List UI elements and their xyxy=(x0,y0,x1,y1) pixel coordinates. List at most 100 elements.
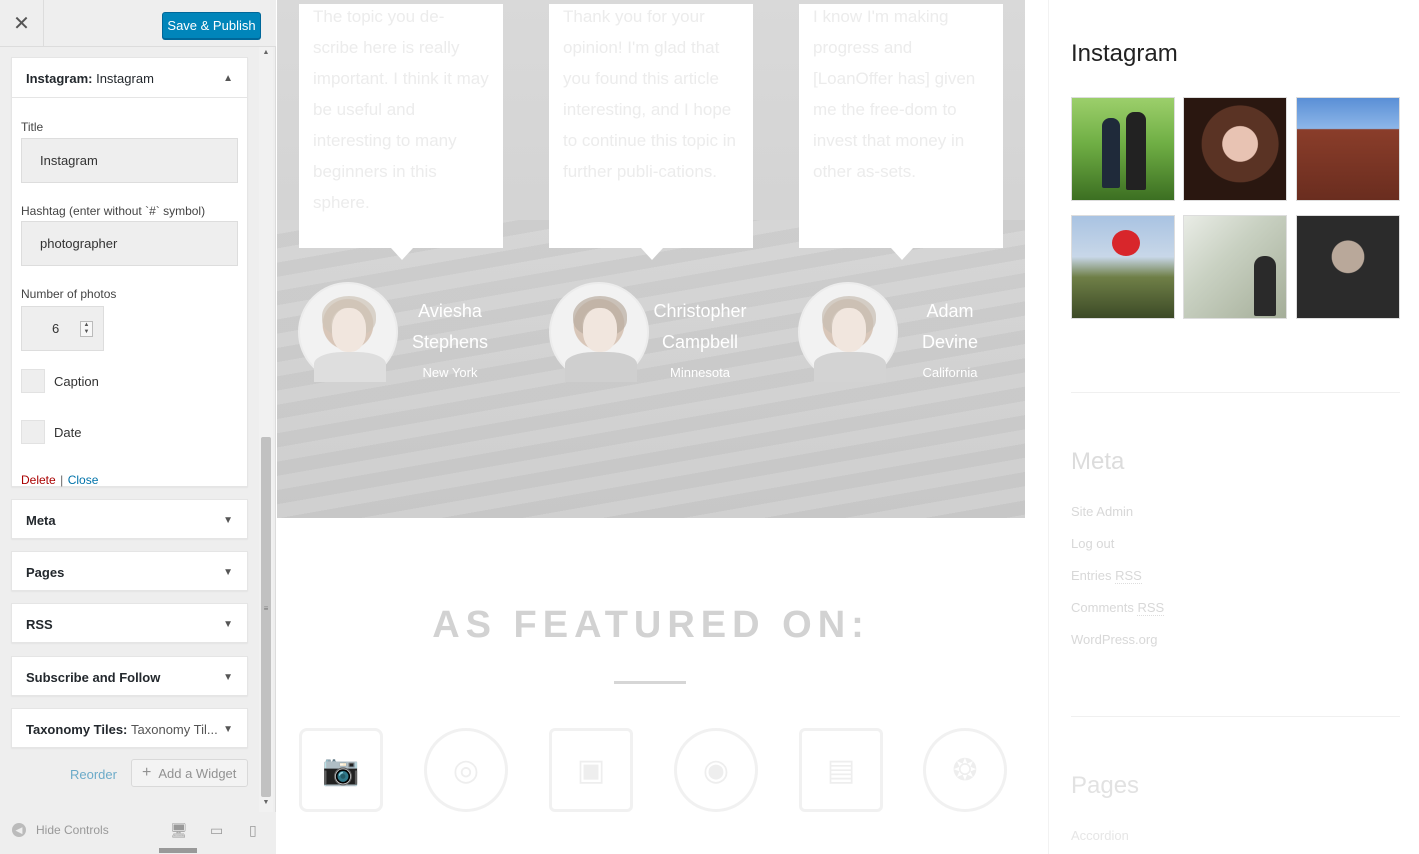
photos-number-value: 6 xyxy=(52,321,60,336)
photos-number-stepper[interactable]: 6 ▲ ▼ xyxy=(21,306,104,351)
testimonial-card: I know I'm making progress and [LoanOffe… xyxy=(799,4,1003,260)
rss-abbr: RSS xyxy=(1115,568,1142,584)
add-widget-label: Add a Widget xyxy=(158,765,237,781)
sidebar-scrollbar[interactable]: ▲ ≡ ▼ xyxy=(259,47,273,812)
expand-arrow-icon[interactable]: ▼ xyxy=(223,619,233,630)
caption-label: Caption xyxy=(54,374,99,389)
instagram-photo[interactable] xyxy=(1296,215,1400,319)
scroll-down-arrow-icon[interactable]: ▼ xyxy=(259,797,273,809)
comments-label: Comments xyxy=(1071,600,1134,615)
site-admin-link[interactable]: Site Admin xyxy=(1071,504,1133,519)
expand-arrow-icon[interactable]: ▼ xyxy=(223,672,233,683)
customizer-sidebar: ✕ Save & Publish Instagram: Instagram ▲ … xyxy=(0,0,276,854)
number-label: Number of photos xyxy=(21,287,117,301)
reorder-link[interactable]: Reorder xyxy=(70,767,117,782)
page-link[interactable]: Accordion xyxy=(1071,828,1129,843)
widget-label: Pages xyxy=(26,565,65,580)
separator: | xyxy=(60,473,64,487)
scrollbar-thumb[interactable]: ≡ xyxy=(261,437,271,797)
tablet-preview-icon[interactable]: ▭ xyxy=(210,822,223,839)
camera-logo-icon: ◉ xyxy=(674,728,758,812)
plus-icon: + xyxy=(142,764,152,781)
aperture-logo-icon: ❂ xyxy=(923,728,1007,812)
wordpress-org-link[interactable]: WordPress.org xyxy=(1071,632,1157,647)
widget-list: Instagram: Instagram ▲ Title Instagram H… xyxy=(0,47,260,807)
save-publish-button[interactable]: Save & Publish xyxy=(162,12,261,39)
testimonial-text: I know I'm making progress and [LoanOffe… xyxy=(813,7,976,181)
spinner-icon[interactable]: ▲ ▼ xyxy=(80,321,93,337)
instagram-photo[interactable] xyxy=(1071,215,1175,319)
customizer-header: ✕ Save & Publish xyxy=(0,0,276,47)
featured-heading: AS FEATURED ON: xyxy=(432,604,870,646)
face xyxy=(832,308,866,352)
testimonial-text: Thank you for your opinion! I'm glad tha… xyxy=(563,7,736,181)
name-line1: Christopher xyxy=(653,301,747,321)
hashtag-label: Hashtag (enter without `#` symbol) xyxy=(21,204,206,218)
widget-pages[interactable]: Pages ▼ xyxy=(11,551,248,591)
widget-label: Taxonomy Tiles: xyxy=(26,722,128,737)
widget-subscribe-follow[interactable]: Subscribe and Follow ▼ xyxy=(11,656,248,696)
title-field[interactable]: Instagram xyxy=(21,138,238,183)
expand-arrow-icon[interactable]: ▼ xyxy=(223,515,233,526)
avatar xyxy=(549,282,649,382)
instagram-photo[interactable] xyxy=(1071,97,1175,201)
widget-label: RSS xyxy=(26,617,53,632)
widget-label: Meta xyxy=(26,513,56,528)
instagram-photo[interactable] xyxy=(1183,97,1287,201)
camera-logo-icon: ▤ xyxy=(799,728,883,812)
shoulders xyxy=(314,352,386,382)
face xyxy=(332,308,366,352)
widget-label: Subscribe and Follow xyxy=(26,670,161,685)
log-out-link[interactable]: Log out xyxy=(1071,536,1114,551)
avatar xyxy=(298,282,398,382)
grip-icon: ≡ xyxy=(263,604,269,613)
figure xyxy=(1126,112,1146,190)
widget-taxonomy-tiles[interactable]: Taxonomy Tiles: Taxonomy Til... ▼ xyxy=(11,708,248,748)
expand-arrow-icon[interactable]: ▼ xyxy=(223,724,233,735)
name-line2: Stephens xyxy=(411,332,489,352)
comments-rss-link[interactable]: Comments RSS xyxy=(1071,600,1165,616)
card-pointer xyxy=(891,248,913,260)
widget-meta[interactable]: Meta ▼ xyxy=(11,499,248,539)
avatar xyxy=(798,282,898,382)
testimonial-card: The topic you de-scribe here is really i… xyxy=(299,4,503,260)
instagram-photo[interactable] xyxy=(1183,215,1287,319)
person-name: Aviesha Stephens xyxy=(395,296,505,358)
delete-link[interactable]: Delete xyxy=(21,473,56,487)
testimonials-section: The topic you de-scribe here is really i… xyxy=(277,0,1025,518)
hide-controls-label: Hide Controls xyxy=(36,823,109,837)
widget-actions: Delete | Close xyxy=(21,471,98,489)
person-location: California xyxy=(922,365,978,380)
meta-heading: Meta xyxy=(1071,448,1125,475)
figure xyxy=(1254,256,1276,316)
instagram-photo[interactable] xyxy=(1296,97,1400,201)
pages-heading: Pages xyxy=(1071,772,1140,799)
collapse-icon: ◀ xyxy=(12,823,26,837)
customizer-footer: ◀ Hide Controls 🖥 ▭ ▯ xyxy=(0,812,276,854)
scroll-up-arrow-icon[interactable]: ▲ xyxy=(259,47,273,59)
card-pointer xyxy=(391,248,413,260)
expand-arrow-icon[interactable]: ▼ xyxy=(223,567,233,578)
instagram-widget-header[interactable]: Instagram: Instagram ▲ xyxy=(12,58,247,98)
date-checkbox[interactable] xyxy=(21,420,45,444)
mobile-preview-icon[interactable]: ▯ xyxy=(249,822,257,839)
hide-controls-button[interactable]: ◀ Hide Controls xyxy=(12,823,109,837)
widget-rss[interactable]: RSS ▼ xyxy=(11,603,248,643)
face xyxy=(583,308,617,352)
close-link[interactable]: Close xyxy=(68,473,99,487)
person-name: Adam Devine xyxy=(895,296,1005,358)
name-line1: Adam xyxy=(926,301,974,321)
add-widget-button[interactable]: + Add a Widget xyxy=(131,759,248,787)
camera-logo-icon: ◎ xyxy=(424,728,508,812)
caption-checkbox[interactable] xyxy=(21,369,45,393)
close-icon[interactable]: ✕ xyxy=(0,0,44,47)
person-location: New York xyxy=(422,365,478,380)
person-name: Christopher Campbell xyxy=(645,296,755,358)
entries-rss-link[interactable]: Entries RSS xyxy=(1071,568,1142,584)
instagram-widget: Instagram: Instagram ▲ Title Instagram H… xyxy=(11,57,248,487)
hashtag-field[interactable]: photographer xyxy=(21,221,238,266)
desktop-preview-icon[interactable]: 🖥 xyxy=(170,822,188,839)
instagram-heading: Instagram xyxy=(1071,40,1178,67)
collapse-arrow-icon[interactable]: ▲ xyxy=(223,73,233,84)
entries-label: Entries xyxy=(1071,568,1112,583)
